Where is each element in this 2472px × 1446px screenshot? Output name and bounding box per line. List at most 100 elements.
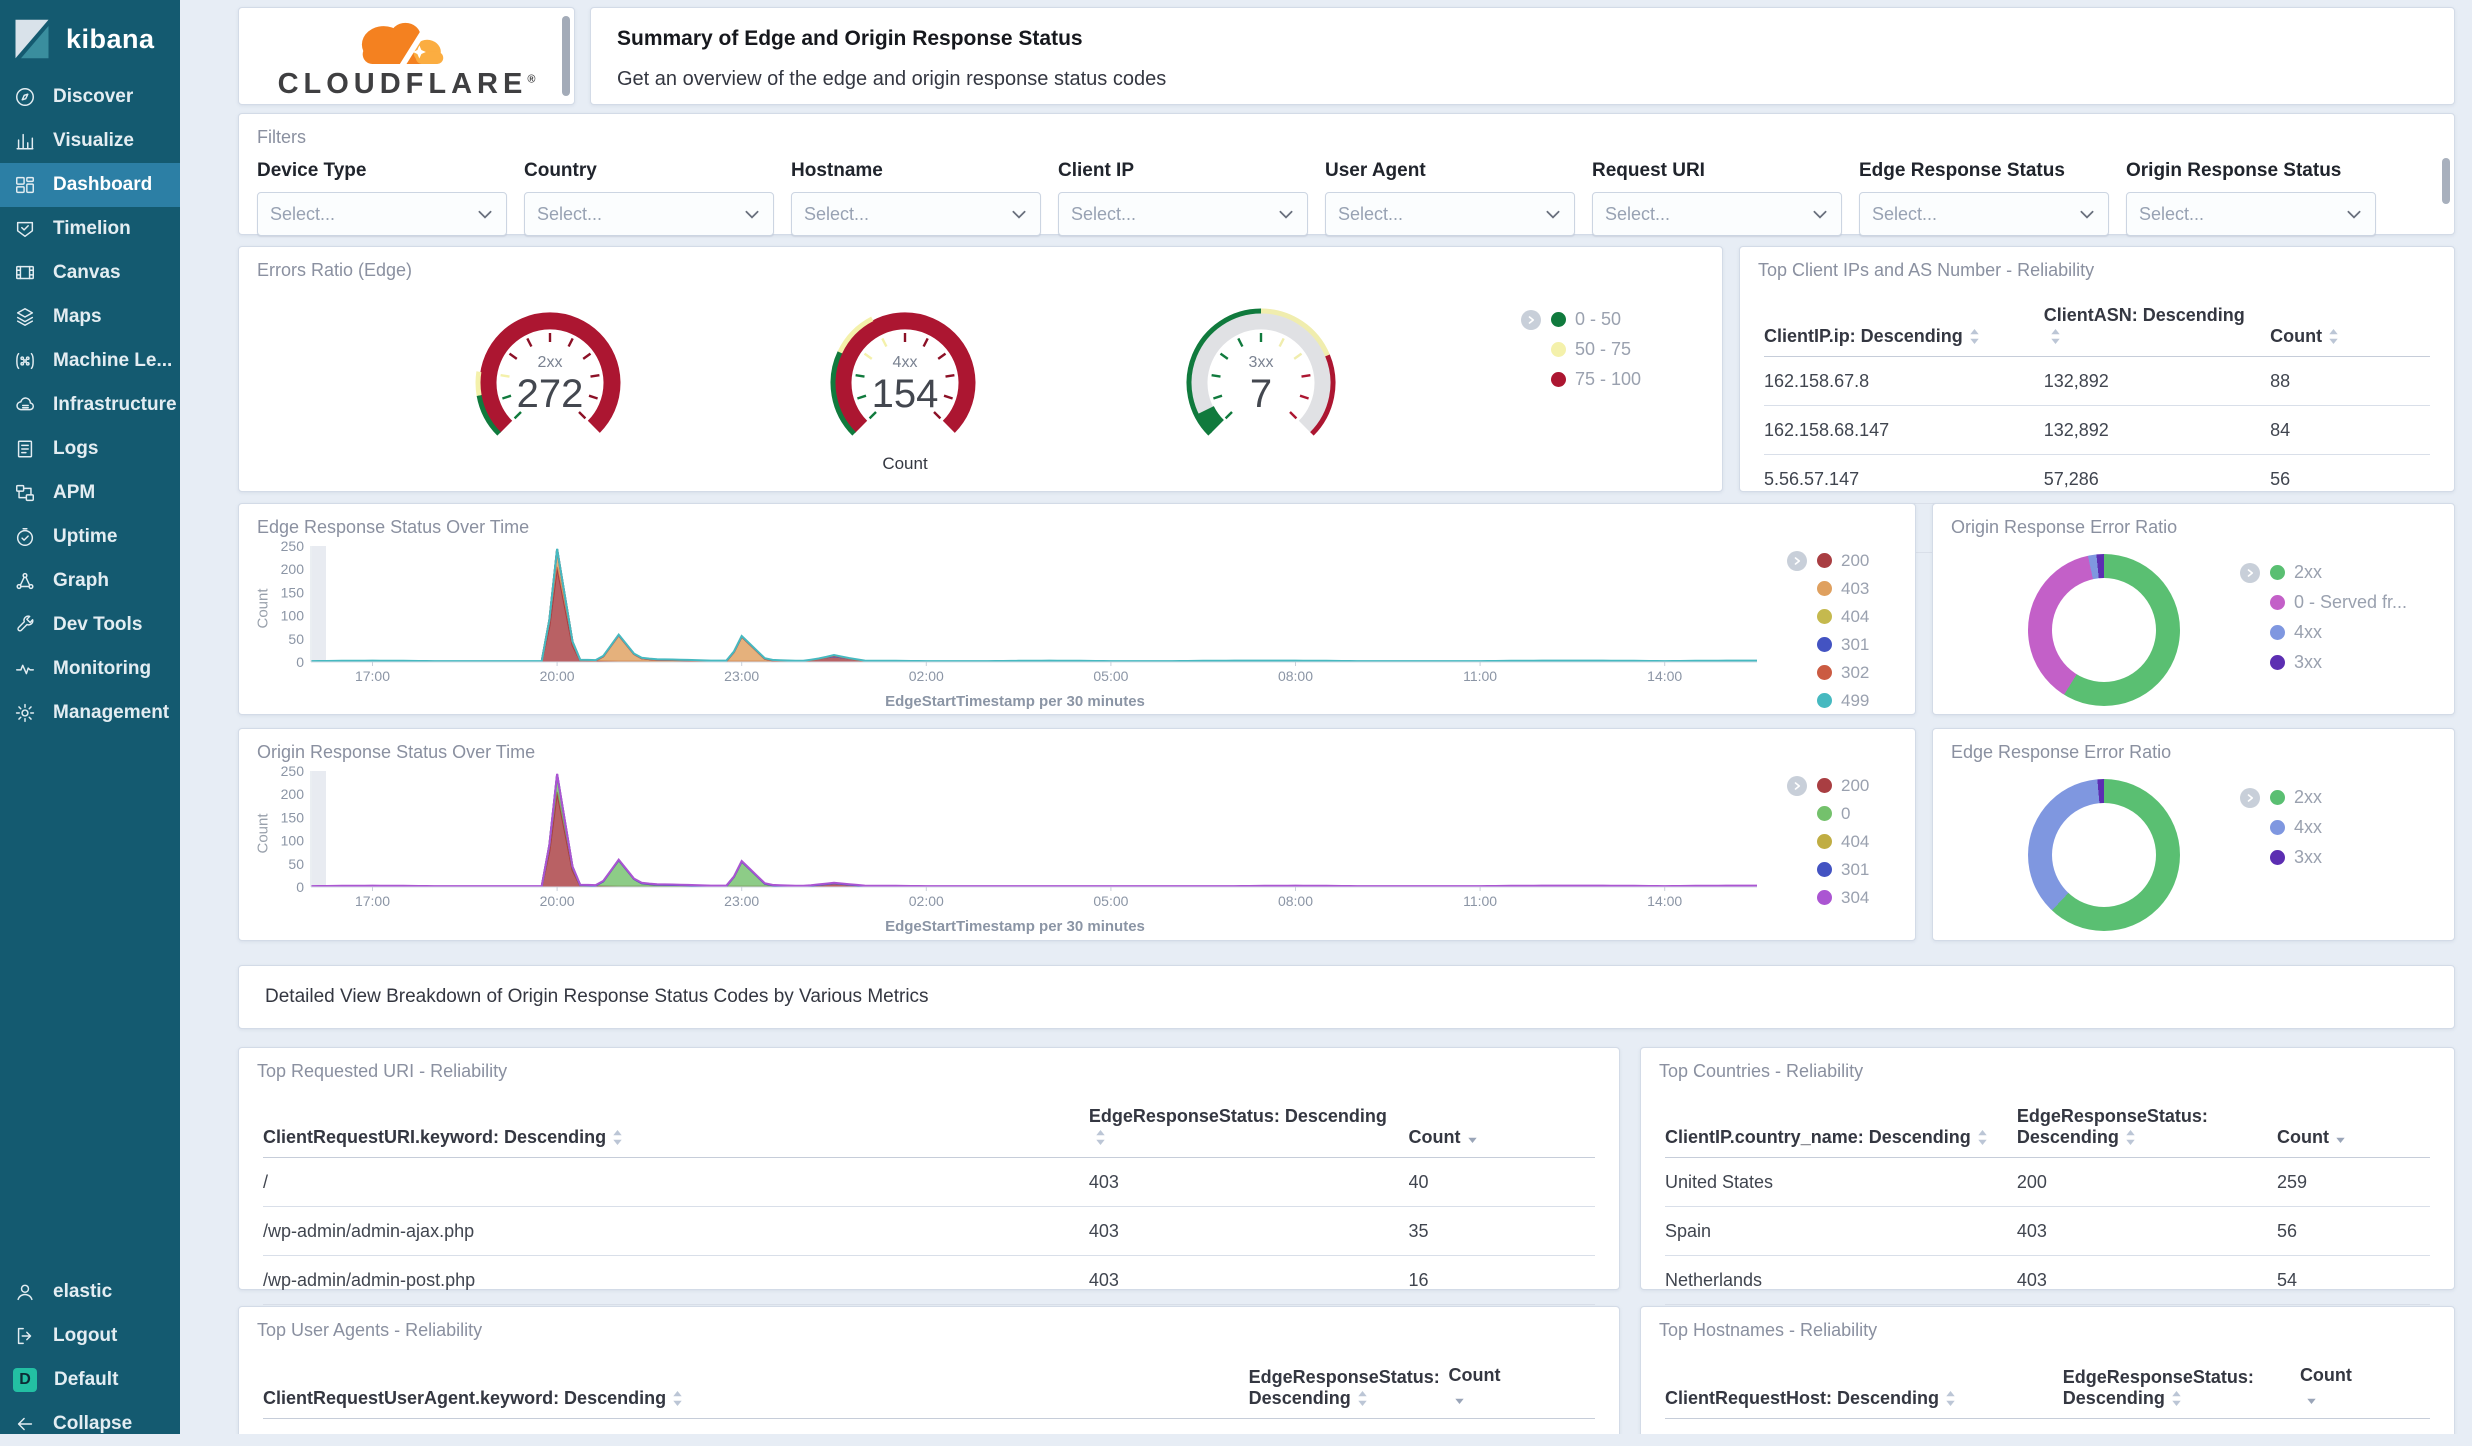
edge-status-area-chart[interactable]: 0 50 100 150 200 250 17:00 20:00 23:00 02:00 05:00…	[265, 538, 1765, 688]
svg-text:150: 150	[281, 809, 305, 825]
column-header-clientip-country-name-descending[interactable]: ClientIP.country_name: Descending	[1665, 1096, 2017, 1158]
sidebar-item-uptime[interactable]: Uptime	[0, 515, 180, 559]
column-header-clientrequesturi-keyword-descending[interactable]: ClientRequestURI.keyword: Descending	[263, 1096, 1089, 1158]
dashboard-main: CLOUDFLARE® Summary of Edge and Origin R…	[180, 0, 2472, 1434]
sidebar-item-visualize[interactable]: Visualize	[0, 119, 180, 163]
filter-origin-response-status-select[interactable]: Select...	[2126, 192, 2376, 236]
legend-item-4xx[interactable]: 4xx	[2240, 622, 2430, 643]
legend-item-4xx[interactable]: 4xx	[2240, 817, 2430, 838]
filter-hostname-select[interactable]: Select...	[791, 192, 1041, 236]
legend-swatch	[1817, 778, 1832, 793]
sidebar-item-timelion[interactable]: Timelion	[0, 207, 180, 251]
sidebar-item-management[interactable]: Management	[0, 691, 180, 735]
column-header-edgeresponsestatus-descending[interactable]: EdgeResponseStatus: Descending	[2062, 1355, 2300, 1419]
legend-expand-icon[interactable]	[2240, 788, 2260, 808]
sidebar-item-dashboard[interactable]: Dashboard	[0, 163, 180, 207]
legend-item-403[interactable]: 403	[1787, 578, 1915, 599]
sidebar-item-apm[interactable]: APM	[0, 471, 180, 515]
legend-item-404[interactable]: 404	[1787, 831, 1915, 852]
legend-expand-icon[interactable]	[1521, 310, 1541, 330]
sidebar-item-discover[interactable]: Discover	[0, 75, 180, 119]
filter-label: Country	[524, 160, 597, 181]
panel-title: Top Requested URI - Reliability	[257, 1061, 508, 1081]
column-header-edgeresponsestatus-descending[interactable]: EdgeResponseStatus: Descending	[2016, 1096, 2277, 1158]
table-row: camilia.me200242	[1665, 1418, 2430, 1434]
svg-text:50: 50	[288, 856, 304, 872]
column-header-count[interactable]: Count	[1448, 1355, 1595, 1419]
filter-request-uri-select[interactable]: Select...	[1592, 192, 1842, 236]
column-header-clientrequestuseragent-keyword-descending[interactable]: ClientRequestUserAgent.keyword: Descendi…	[263, 1355, 1249, 1419]
legend-item-301[interactable]: 301	[1787, 859, 1915, 880]
sidebar-item-collapse[interactable]: Collapse	[0, 1402, 180, 1446]
y-axis-label: Count	[254, 588, 272, 629]
maps-icon	[16, 308, 34, 326]
legend-item-301[interactable]: 301	[1787, 634, 1915, 655]
legend-swatch	[1817, 890, 1832, 905]
legend-expand-icon[interactable]	[1787, 551, 1807, 571]
collapse-icon	[17, 1417, 33, 1431]
sidebar-item-graph[interactable]: Graph	[0, 559, 180, 603]
origin-error-ratio-donut[interactable]	[2028, 554, 2180, 706]
filter-device-type-select[interactable]: Select...	[257, 192, 507, 236]
column-header-clientip-ip-descending[interactable]: ClientIP.ip: Descending	[1764, 295, 2044, 357]
sidebar-item-machine-le[interactable]: Machine Le...	[0, 339, 180, 383]
svg-text:4xx: 4xx	[893, 354, 918, 371]
legend-expand-icon[interactable]	[1787, 776, 1807, 796]
legend-item-302[interactable]: 302	[1787, 662, 1915, 683]
svg-text:100: 100	[281, 833, 305, 849]
sidebar-item-maps[interactable]: Maps	[0, 295, 180, 339]
legend-swatch	[1817, 637, 1832, 652]
sidebar-item-logout[interactable]: Logout	[0, 1314, 180, 1358]
column-header-edgeresponsestatus-descending[interactable]: EdgeResponseStatus: Descending	[1248, 1355, 1449, 1419]
edge-error-ratio-donut[interactable]	[2028, 779, 2180, 931]
select-placeholder: Select...	[537, 203, 603, 224]
legend-item-3xx[interactable]: 3xx	[2240, 847, 2430, 868]
legend-item-0-50[interactable]: 0 - 50	[1521, 309, 1716, 330]
legend-item-75-100[interactable]: 75 - 100	[1521, 369, 1716, 390]
legend-item-304[interactable]: 304	[1787, 887, 1915, 908]
svg-text:200: 200	[281, 786, 305, 802]
column-header-count[interactable]: Count	[2270, 295, 2430, 357]
sidebar-item-infrastructure[interactable]: Infrastructure	[0, 383, 180, 427]
column-header-clientasn-descending[interactable]: ClientASN: Descending	[2043, 295, 2271, 357]
legend-item-200[interactable]: 200	[1787, 550, 1915, 571]
filters-scrollbar-thumb[interactable]	[2442, 158, 2450, 204]
panel-edge-response-error-ratio: Edge Response Error Ratio 2xx 4xx 3xx	[1932, 728, 2455, 941]
column-header-count[interactable]: Count	[1408, 1096, 1595, 1158]
panel-scrollbar-thumb[interactable]	[562, 16, 570, 96]
chart-legend: 200 403 404 301 302 499	[1765, 538, 1915, 711]
registered-mark: ®	[527, 72, 536, 85]
legend-item-0-served-fr[interactable]: 0 - Served fr...	[2240, 592, 2430, 613]
origin-status-area-chart[interactable]: 0 50 100 150 200 250 17:00 20:00 23:00 02:00 05:00…	[265, 763, 1765, 913]
legend-item-2xx[interactable]: 2xx	[2240, 562, 2430, 583]
sidebar-item-monitoring[interactable]: Monitoring	[0, 647, 180, 691]
sidebar-item-logs[interactable]: Logs	[0, 427, 180, 471]
sidebar-item-default[interactable]: D Default	[0, 1358, 180, 1402]
sidebar-item-elastic[interactable]: elastic	[0, 1270, 180, 1314]
sidebar-item-dev-tools[interactable]: Dev Tools	[0, 603, 180, 647]
sidebar-item-label: elastic	[53, 1281, 113, 1302]
svg-text:05:00: 05:00	[1093, 668, 1128, 684]
filter-user-agent-select[interactable]: Select...	[1325, 192, 1575, 236]
legend-item-404[interactable]: 404	[1787, 606, 1915, 627]
filter-client-ip-select[interactable]: Select...	[1058, 192, 1308, 236]
legend-item-2xx[interactable]: 2xx	[2240, 787, 2430, 808]
column-header-edgeresponsestatus-descending[interactable]: EdgeResponseStatus: Descending	[1088, 1096, 1409, 1158]
legend-item-3xx[interactable]: 3xx	[2240, 652, 2430, 673]
table-cell: 200	[2062, 1418, 2300, 1434]
column-header-count[interactable]: Count	[2299, 1355, 2430, 1419]
column-header-count[interactable]: Count	[2276, 1096, 2430, 1158]
filter-edge-response-status-select[interactable]: Select...	[1859, 192, 2109, 236]
legend-item-50-75[interactable]: 50 - 75	[1521, 339, 1716, 360]
column-header-clientrequesthost-descending[interactable]: ClientRequestHost: Descending	[1665, 1355, 2063, 1419]
filter-device-type: Device Type Select...	[257, 160, 507, 236]
legend-expand-icon[interactable]	[2240, 563, 2260, 583]
legend-item-499[interactable]: 499	[1787, 690, 1915, 711]
legend-item-200[interactable]: 200	[1787, 775, 1915, 796]
filter-country-select[interactable]: Select...	[524, 192, 774, 236]
table-cell: 56	[2276, 1206, 2430, 1256]
legend-item-0[interactable]: 0	[1787, 803, 1915, 824]
kibana-logo[interactable]: kibana	[0, 0, 180, 75]
svg-text:05:00: 05:00	[1093, 893, 1128, 909]
sidebar-item-canvas[interactable]: Canvas	[0, 251, 180, 295]
